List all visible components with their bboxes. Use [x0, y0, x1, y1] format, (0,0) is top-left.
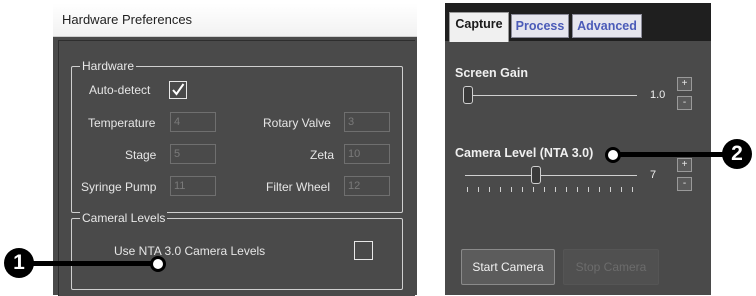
nta-camera-levels-checkbox[interactable] — [354, 241, 373, 260]
window-title: Hardware Preferences — [62, 12, 193, 27]
callout-2-badge: 2 — [722, 139, 752, 169]
window-title-bar: Hardware Preferences — [53, 3, 417, 37]
temperature-label: Temperature — [88, 116, 156, 130]
capture-panel: Capture Process Advanced Screen Gain 1.0… — [445, 3, 711, 295]
tab-capture[interactable]: Capture — [449, 12, 509, 42]
slider-tick — [467, 187, 468, 192]
screen-gain-slider-track[interactable] — [465, 95, 637, 96]
temperature-field[interactable]: 4 — [170, 112, 216, 132]
camera-level-slider-thumb[interactable] — [531, 166, 541, 184]
slider-tick — [566, 187, 567, 192]
camera-levels-legend: Cameral Levels — [80, 211, 168, 225]
zeta-field[interactable]: 10 — [344, 144, 390, 164]
filter-wheel-label: Filter Wheel — [266, 180, 331, 194]
callout-2-line — [612, 152, 728, 157]
stage-field[interactable]: 5 — [170, 144, 216, 164]
camera-level-tick-marks — [445, 187, 711, 193]
syringe-pump-label: Syringe Pump — [81, 180, 157, 194]
slider-tick — [489, 187, 490, 192]
slider-tick — [599, 187, 600, 192]
rotary-valve-field[interactable]: 3 — [344, 112, 390, 132]
auto-detect-label: Auto-detect — [89, 83, 151, 97]
slider-tick — [544, 187, 545, 192]
callout-1-badge: 1 — [4, 248, 34, 278]
screen-gain-label: Screen Gain — [455, 66, 528, 80]
screen-gain-slider-thumb[interactable] — [463, 86, 473, 104]
slider-tick — [522, 187, 523, 192]
hardware-preferences-window: Hardware Preferences Hardware Auto-detec… — [53, 3, 417, 296]
capture-tab-body: Screen Gain 1.0 + - Camera Level (NTA 3.… — [445, 41, 711, 295]
preferences-body: Hardware Auto-detect Temperature 4 Stage… — [58, 40, 415, 296]
auto-detect-checkbox[interactable] — [169, 81, 187, 99]
slider-tick — [577, 187, 578, 192]
slider-tick — [588, 187, 589, 192]
slider-tick — [533, 187, 534, 192]
checkmark-icon — [172, 83, 185, 96]
slider-tick — [511, 187, 512, 192]
rotary-valve-label: Rotary Valve — [263, 116, 331, 130]
camera-level-slider-track[interactable] — [465, 175, 637, 176]
callout-1-line — [31, 261, 157, 266]
nta-camera-levels-label: Use NTA 3.0 Camera Levels — [114, 244, 266, 258]
stop-camera-button[interactable]: Stop Camera — [563, 249, 659, 285]
slider-tick — [555, 187, 556, 192]
hardware-group-legend: Hardware — [80, 59, 137, 73]
slider-tick — [478, 187, 479, 192]
start-camera-button[interactable]: Start Camera — [461, 249, 555, 285]
camera-level-increase-button[interactable]: + — [677, 158, 692, 172]
screen-gain-increase-button[interactable]: + — [677, 77, 692, 91]
hardware-group: Hardware Auto-detect Temperature 4 Stage… — [71, 59, 403, 213]
camera-level-label: Camera Level (NTA 3.0) — [455, 146, 594, 160]
slider-tick — [500, 187, 501, 192]
screen-gain-value: 1.0 — [650, 89, 666, 101]
slider-tick — [610, 187, 611, 192]
slider-tick — [632, 187, 633, 192]
tab-strip: Capture Process Advanced — [445, 3, 711, 42]
screen-gain-decrease-button[interactable]: - — [677, 96, 692, 110]
slider-tick — [621, 187, 622, 192]
zeta-label: Zeta — [310, 148, 335, 162]
camera-level-value: 7 — [650, 169, 657, 181]
tab-process[interactable]: Process — [511, 14, 569, 38]
syringe-pump-field[interactable]: 11 — [170, 176, 216, 196]
callout-2-pointer — [605, 147, 621, 163]
camera-levels-group: Cameral Levels Use NTA 3.0 Camera Levels — [71, 211, 403, 290]
stage-label: Stage — [125, 148, 157, 162]
tab-advanced[interactable]: Advanced — [572, 14, 642, 38]
callout-1-pointer — [150, 256, 166, 272]
filter-wheel-field[interactable]: 12 — [344, 176, 390, 196]
